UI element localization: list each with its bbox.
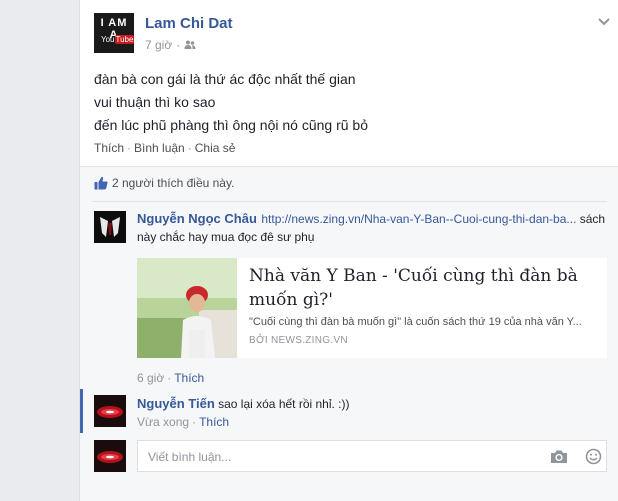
comment-like-link[interactable]: Thích [174,371,204,385]
comment-time[interactable]: 6 giờ [137,371,164,385]
link-preview[interactable]: Nhà văn Y Ban - 'Cuối cùng thì đàn bà mu… [137,258,607,358]
post-line: đến lúc phũ phàng thì ông nội nó cũng rũ… [94,117,368,133]
divider [92,201,607,202]
commenter-avatar[interactable] [94,211,126,243]
share-link[interactable]: Chia sẻ [195,141,236,155]
current-user-avatar [94,440,126,472]
youtube-logo: YouTube [101,35,134,44]
comment-meta: Vừa xong · Thích [137,415,229,429]
comment-link[interactable]: Bình luận [134,141,185,155]
emoji-icon[interactable] [585,448,602,470]
comment-body: Nguyễn Ngọc Châu http://news.zing.vn/Nha… [137,210,607,246]
chevron-down-icon[interactable] [597,14,611,26]
preview-description: "Cuối cùng thì đàn bà muốn gì" là cuốn s… [249,316,582,328]
likes-text: 2 người thích điều này. [112,176,235,190]
meta-separator: · [176,38,181,52]
commenter-name[interactable]: Nguyễn Ngọc Châu [137,211,257,226]
comments-section: 2 người thích điều này. Nguyễn Ngọc Châu… [80,167,618,501]
post-meta: 7 giờ · [145,38,196,53]
comment-text: sao lại xóa hết rồi nhỉ. :)) [214,397,350,411]
meta-separator: · [192,415,197,429]
preview-image[interactable] [137,258,237,358]
commenter-avatar[interactable] [94,395,126,427]
author-avatar[interactable]: I AM A YouTube [94,13,134,53]
meta-separator: · [167,371,172,385]
highlight-bar [80,389,83,433]
commenter-name[interactable]: Nguyễn Tiến [137,396,215,411]
thumbs-up-icon [94,176,108,190]
comment-composer[interactable] [137,440,607,473]
comment-input[interactable] [146,441,530,473]
post-line: vui thuận thì ko sao [94,94,216,110]
like-link[interactable]: Thích [94,141,124,155]
post-time[interactable]: 7 giờ [145,38,172,52]
friends-audience-icon[interactable] [184,39,196,53]
post-text: đàn bà con gái là thứ ác độc nhất thế gi… [94,68,368,137]
post-card: I AM A YouTube Lam Chi Dat 7 giờ · đàn bà… [79,0,618,501]
avatar-text: I AM A [100,17,128,41]
camera-icon[interactable] [550,449,568,469]
action-separator: · [127,141,132,155]
likes-summary[interactable]: 2 người thích điều này. [94,176,234,190]
preview-title[interactable]: Nhà văn Y Ban - 'Cuối cùng thì đàn bà mu… [249,264,599,312]
comment-text-line2: này chắc hay mua đọc đê sư phụ [137,230,315,244]
preview-domain: BỞI NEWS.ZING.VN [249,335,348,346]
comment-text: sách [576,212,606,226]
post-actions: Thích · Bình luận · Chia sẻ [94,141,235,155]
author-name[interactable]: Lam Chi Dat [145,15,233,32]
post-line: đàn bà con gái là thứ ác độc nhất thế gi… [94,71,356,87]
comment-url[interactable]: http://news.zing.vn/Nha-van-Y-Ban--Cuoi-… [261,212,576,226]
comment-body: Nguyễn Tiến sao lại xóa hết rồi nhỉ. :)) [137,395,350,413]
comment-like-link[interactable]: Thích [199,415,229,429]
comment-time[interactable]: Vừa xong [137,415,189,429]
action-separator: · [187,141,192,155]
comment-meta: 6 giờ · Thích [137,371,204,385]
